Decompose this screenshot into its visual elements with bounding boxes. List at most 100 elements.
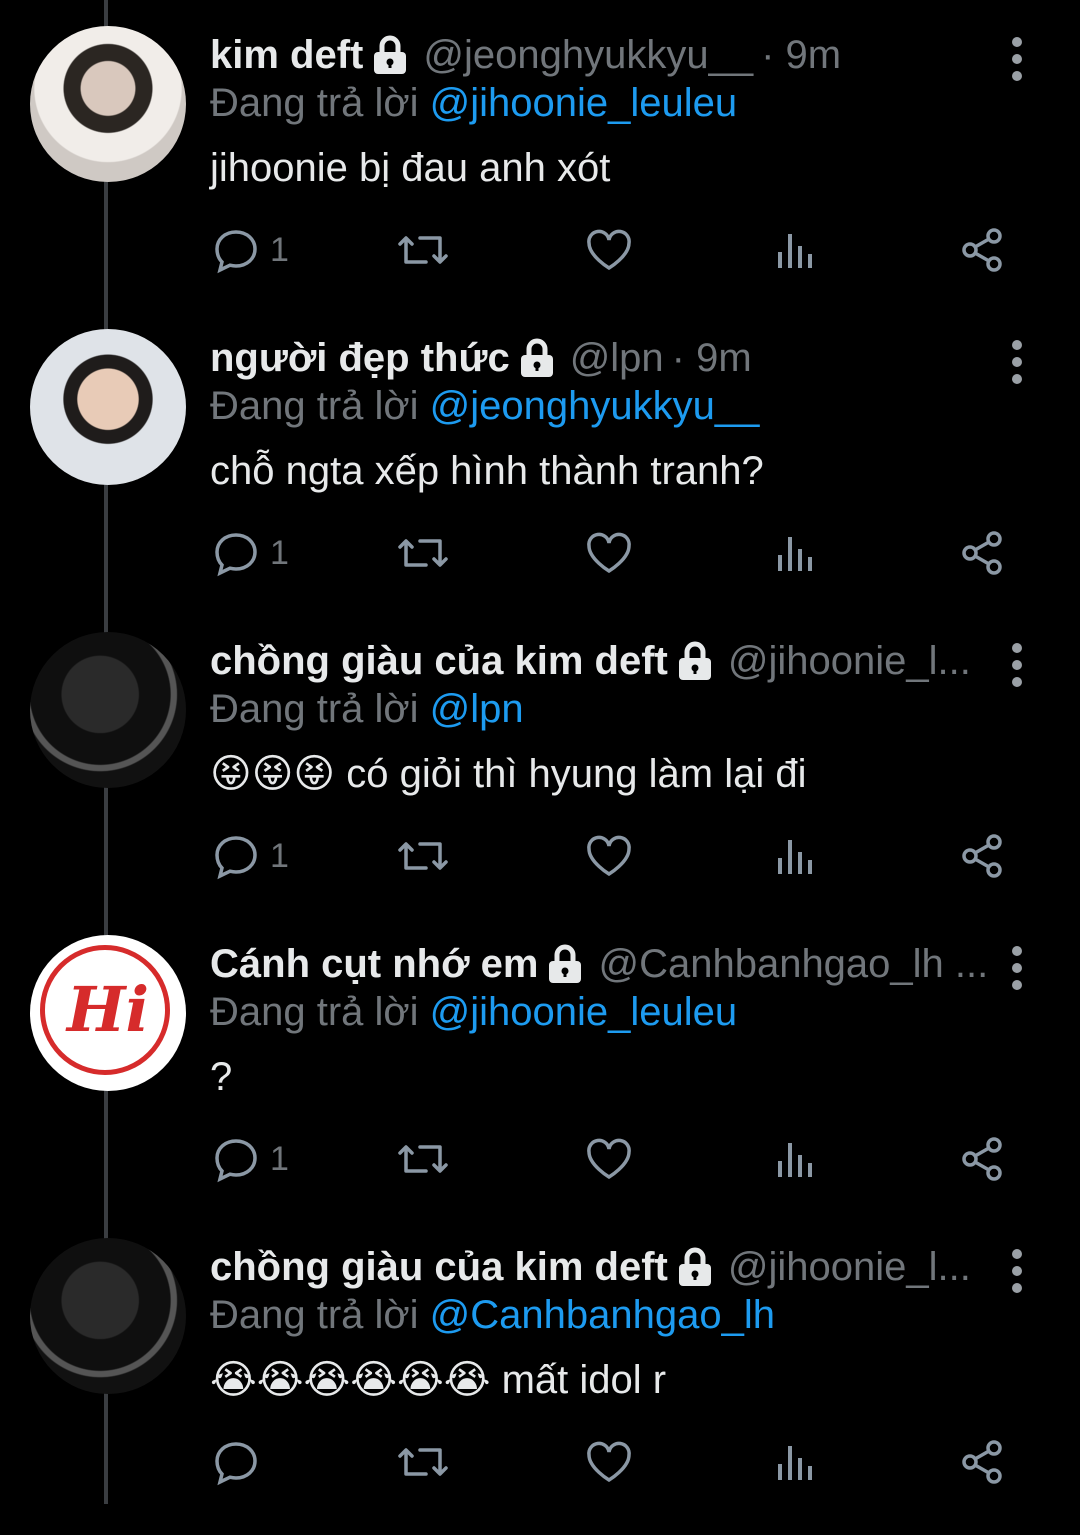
share-icon xyxy=(962,1137,1002,1181)
views-button[interactable] xyxy=(774,1129,818,1189)
tweet-body: mất idol r xyxy=(501,1358,667,1402)
bar-chart-icon xyxy=(778,234,812,268)
reply-button[interactable]: 1 xyxy=(212,826,289,886)
tweet-text: 😝😝😝 có giỏi thì hyung làm lại đi xyxy=(210,748,807,800)
reply-bubble-icon xyxy=(212,1135,260,1183)
lock-icon xyxy=(546,942,584,986)
reply-tweet[interactable]: Hi Cánh cụt nhớ em @Canhbanhgao_lh ... Đ… xyxy=(0,929,1080,1232)
views-button[interactable] xyxy=(774,523,818,583)
like-button[interactable] xyxy=(584,220,634,280)
tweet-header: chồng giàu của kim deft @jihoonie_l... xyxy=(210,1242,979,1292)
share-button[interactable] xyxy=(958,523,1006,583)
user-handle[interactable]: @lpn xyxy=(570,333,664,383)
user-handle[interactable]: @jihoonie_l... xyxy=(728,1242,971,1292)
tweet-text: 😭😭😭😭😭😭 mất idol r xyxy=(210,1354,666,1406)
more-vertical-icon[interactable] xyxy=(1004,640,1030,690)
emoji-text: 😭😭😭😭😭😭 xyxy=(210,1357,491,1403)
reply-button[interactable] xyxy=(212,1432,270,1492)
retweet-icon xyxy=(398,1145,448,1173)
retweet-button[interactable] xyxy=(396,1432,450,1492)
reply-tweet[interactable]: chồng giàu của kim deft @jihoonie_l... Đ… xyxy=(0,626,1080,929)
like-button[interactable] xyxy=(584,826,634,886)
replying-to: Đang trả lời @jeonghyukkyu__ xyxy=(210,381,759,431)
reply-tweet[interactable]: kim deft @jeonghyukkyu__ · 9m Đang trả l… xyxy=(0,20,1080,323)
reply-button[interactable]: 1 xyxy=(212,220,289,280)
more-vertical-icon[interactable] xyxy=(1004,34,1030,84)
avatar[interactable] xyxy=(30,1238,186,1394)
mention-link[interactable]: @Canhbanhgao_lh xyxy=(430,1293,775,1337)
retweet-icon xyxy=(398,1448,448,1476)
mention-link[interactable]: @jihoonie_leuleu xyxy=(430,990,738,1034)
more-vertical-icon[interactable] xyxy=(1004,1246,1030,1296)
like-button[interactable] xyxy=(584,1129,634,1189)
bar-chart-icon xyxy=(778,1143,812,1177)
display-name[interactable]: người đẹp thức xyxy=(210,333,510,383)
emoji-text: 😝😝😝 xyxy=(210,751,336,797)
user-handle[interactable]: @jeonghyukkyu__ xyxy=(423,30,753,80)
share-button[interactable] xyxy=(958,1129,1006,1189)
tweet-body: ? xyxy=(210,1055,233,1099)
heart-icon xyxy=(587,532,631,574)
like-button[interactable] xyxy=(584,523,634,583)
reply-tweet[interactable]: người đẹp thức @lpn · 9m Đang trả lời @j… xyxy=(0,323,1080,626)
replying-to: Đang trả lời @jihoonie_leuleu xyxy=(210,987,737,1037)
mention-link[interactable]: @lpn xyxy=(430,687,524,731)
views-button[interactable] xyxy=(774,220,818,280)
avatar[interactable] xyxy=(30,329,186,485)
mention-link[interactable]: @jeonghyukkyu__ xyxy=(430,384,760,428)
reply-count: 1 xyxy=(270,533,289,572)
views-button[interactable] xyxy=(774,1432,818,1492)
tweet-body: chỗ ngta xếp hình thành tranh? xyxy=(210,449,764,493)
replying-label: Đang trả lời xyxy=(210,384,419,428)
tweet-header: người đẹp thức @lpn · 9m xyxy=(210,333,752,383)
more-vertical-icon[interactable] xyxy=(1004,943,1030,993)
lock-icon xyxy=(518,336,556,380)
retweet-button[interactable] xyxy=(396,523,450,583)
action-bar: 1 xyxy=(0,523,1080,583)
bar-chart-icon xyxy=(778,1446,812,1480)
share-button[interactable] xyxy=(958,220,1006,280)
reply-count: 1 xyxy=(270,1139,289,1178)
display-name[interactable]: Cánh cụt nhớ em xyxy=(210,939,538,989)
share-button[interactable] xyxy=(958,826,1006,886)
mention-link[interactable]: @jihoonie_leuleu xyxy=(430,81,738,125)
display-name[interactable]: chồng giàu của kim deft xyxy=(210,636,668,686)
like-button[interactable] xyxy=(584,1432,634,1492)
retweet-button[interactable] xyxy=(396,1129,450,1189)
bar-chart-icon xyxy=(778,537,812,571)
tweet-header: Cánh cụt nhớ em @Canhbanhgao_lh ... xyxy=(210,939,996,989)
user-handle[interactable]: @Canhbanhgao_lh ... xyxy=(598,939,988,989)
replying-label: Đang trả lời xyxy=(210,990,419,1034)
display-name[interactable]: kim deft xyxy=(210,30,363,80)
reply-button[interactable]: 1 xyxy=(212,1129,289,1189)
user-handle[interactable]: @jihoonie_l... xyxy=(728,636,971,686)
replying-to: Đang trả lời @jihoonie_leuleu xyxy=(210,78,737,128)
retweet-icon xyxy=(398,539,448,567)
views-button[interactable] xyxy=(774,826,818,886)
lock-icon xyxy=(371,33,409,77)
heart-icon xyxy=(587,835,631,877)
retweet-button[interactable] xyxy=(396,826,450,886)
share-icon xyxy=(962,834,1002,878)
action-bar: 1 xyxy=(0,826,1080,886)
avatar[interactable] xyxy=(30,26,186,182)
avatar[interactable]: Hi xyxy=(30,935,186,1091)
reply-bubble-icon xyxy=(212,832,260,880)
tweet-body: có giỏi thì hyung làm lại đi xyxy=(346,752,807,796)
replying-to: Đang trả lời @lpn xyxy=(210,684,524,734)
reply-button[interactable]: 1 xyxy=(212,523,289,583)
display-name[interactable]: chồng giàu của kim deft xyxy=(210,1242,668,1292)
share-button[interactable] xyxy=(958,1432,1006,1492)
avatar[interactable] xyxy=(30,632,186,788)
bar-chart-icon xyxy=(778,840,812,874)
tweet-text: ? xyxy=(210,1051,232,1103)
replying-label: Đang trả lời xyxy=(210,1293,419,1337)
more-vertical-icon[interactable] xyxy=(1004,337,1030,387)
reply-tweet[interactable]: chồng giàu của kim deft @jihoonie_l... Đ… xyxy=(0,1232,1080,1535)
retweet-button[interactable] xyxy=(396,220,450,280)
action-bar: 1 xyxy=(0,220,1080,280)
heart-icon xyxy=(587,1441,631,1483)
action-bar: 1 xyxy=(0,1129,1080,1189)
timestamp: · 9m xyxy=(671,336,752,380)
share-icon xyxy=(962,531,1002,575)
